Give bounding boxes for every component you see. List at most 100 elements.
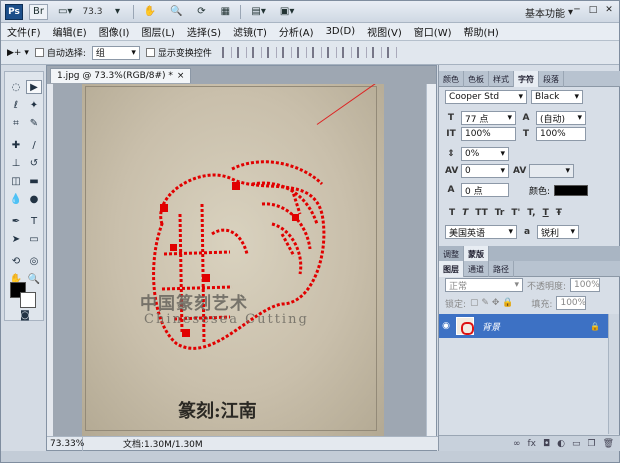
- minimize-icon[interactable]: ─: [571, 4, 583, 16]
- menu-help[interactable]: 帮助(H): [458, 24, 505, 39]
- kerning-field[interactable]: 0 ▾: [461, 164, 509, 178]
- pen-tool-icon[interactable]: ✒: [8, 214, 24, 228]
- document-size-status[interactable]: 文档:1.30M/1.30M: [83, 437, 203, 450]
- add-mask-icon[interactable]: ◘: [543, 439, 550, 449]
- workspace-switcher[interactable]: 基本功能 ▾: [525, 5, 573, 20]
- vertical-scale-field[interactable]: 100%: [461, 127, 516, 141]
- underline-button[interactable]: T: [543, 208, 549, 218]
- tab-styles[interactable]: 样式: [489, 71, 514, 87]
- tab-channels[interactable]: 通道: [464, 261, 489, 277]
- link-layers-icon[interactable]: ∞: [513, 439, 521, 449]
- brush-tool-icon[interactable]: /: [26, 138, 42, 152]
- align-top-icon[interactable]: [221, 47, 232, 58]
- layer-name[interactable]: 背景: [482, 320, 500, 333]
- 3d-orbit-icon[interactable]: ◎: [26, 254, 42, 268]
- grid-icon[interactable]: ▦: [216, 4, 234, 20]
- menu-select[interactable]: 选择(S): [181, 24, 227, 39]
- menu-edit[interactable]: 编辑(E): [47, 24, 93, 39]
- menu-analysis[interactable]: 分析(A): [273, 24, 320, 39]
- subscript-button[interactable]: T,: [527, 208, 535, 218]
- vertical-scrollbar[interactable]: [426, 84, 436, 436]
- tab-layers[interactable]: 图层: [439, 261, 464, 277]
- blend-mode-select[interactable]: 正常 ▾: [445, 278, 523, 292]
- align-left-icon[interactable]: [266, 47, 277, 58]
- history-brush-icon[interactable]: ↺: [26, 156, 42, 170]
- menu-3d[interactable]: 3D(D): [320, 26, 362, 37]
- background-color-swatch[interactable]: [20, 292, 36, 308]
- tab-paragraph[interactable]: 段落: [539, 71, 564, 87]
- align-bottom-icon[interactable]: [251, 47, 262, 58]
- font-family-select[interactable]: Cooper Std ▾: [445, 90, 527, 104]
- tab-color[interactable]: 颜色: [439, 71, 464, 87]
- auto-select-dropdown[interactable]: 组 ▾: [91, 45, 140, 60]
- clone-stamp-icon[interactable]: ⊥: [8, 156, 24, 170]
- 3d-rotate-icon[interactable]: ⟲: [8, 254, 24, 268]
- distribute-left-icon[interactable]: [356, 47, 367, 58]
- distribute-hcenter-icon[interactable]: [371, 47, 382, 58]
- all-caps-button[interactable]: TT: [475, 208, 488, 218]
- distribute-vcenter-icon[interactable]: [326, 47, 337, 58]
- screen-mode-icon[interactable]: ▣▾: [276, 4, 298, 20]
- show-transform-checkbox[interactable]: [145, 48, 155, 57]
- maximize-icon[interactable]: □: [587, 4, 599, 16]
- tab-adjustments[interactable]: 调整: [439, 246, 464, 262]
- menu-layer[interactable]: 图层(L): [135, 24, 180, 39]
- close-icon[interactable]: ×: [177, 71, 185, 81]
- font-style-select[interactable]: Black ▾: [531, 90, 583, 104]
- distribute-top-icon[interactable]: [311, 47, 322, 58]
- move-tool-icon[interactable]: ▶: [26, 80, 42, 94]
- gradient-tool-icon[interactable]: ▬: [26, 174, 42, 188]
- eye-icon[interactable]: ◉: [439, 321, 453, 331]
- zoom-dropdown-icon[interactable]: ▾: [109, 4, 127, 20]
- healing-brush-icon[interactable]: ✚: [8, 138, 24, 152]
- canvas[interactable]: 中国篆刻艺术 Chinesesea Cutting 篆刻:江南: [82, 84, 384, 436]
- leading-field[interactable]: (自动) ▾: [536, 111, 586, 125]
- dodge-tool-icon[interactable]: ●: [26, 192, 42, 206]
- arrange-documents-icon[interactable]: ▤▾: [247, 4, 269, 20]
- rectangular-marquee-icon[interactable]: ◌: [8, 80, 24, 94]
- trash-icon[interactable]: 🗑: [603, 439, 614, 449]
- tab-masks[interactable]: 蒙版: [464, 246, 489, 262]
- layers-scrollbar[interactable]: [608, 314, 619, 434]
- fx-icon[interactable]: fx: [527, 439, 536, 449]
- text-color-swatch[interactable]: [554, 184, 589, 196]
- crop-tool-icon[interactable]: ⌗: [8, 116, 24, 130]
- baseline-shift-field[interactable]: 0 点: [461, 183, 509, 197]
- zoom-status[interactable]: 73.33%: [47, 436, 84, 451]
- quick-mask-icon[interactable]: ◙: [16, 308, 34, 322]
- view-extras-button[interactable]: ▭▾: [54, 4, 76, 20]
- move-tool-preset-icon[interactable]: ▶+ ▾: [7, 48, 29, 58]
- zoom-level[interactable]: 73.3: [82, 7, 102, 17]
- superscript-button[interactable]: T': [511, 208, 520, 218]
- align-hcenter-icon[interactable]: [281, 47, 292, 58]
- blur-tool-icon[interactable]: 💧: [8, 192, 24, 206]
- tracking-field[interactable]: ▾: [529, 164, 574, 178]
- tsume-field[interactable]: 0% ▾: [461, 147, 509, 161]
- small-caps-button[interactable]: Tr: [495, 208, 505, 218]
- zoom-tool-icon[interactable]: 🔍: [166, 4, 186, 20]
- hand-tool-icon[interactable]: ✋: [140, 4, 160, 20]
- path-selection-icon[interactable]: ➤: [8, 232, 24, 246]
- menu-filter[interactable]: 滤镜(T): [227, 24, 273, 39]
- opacity-field[interactable]: 100%: [570, 278, 601, 292]
- menu-view[interactable]: 视图(V): [361, 24, 408, 39]
- tab-swatches[interactable]: 色板: [464, 71, 489, 87]
- type-tool-icon[interactable]: T: [26, 214, 42, 228]
- fill-field[interactable]: 100%: [556, 296, 587, 310]
- magic-wand-icon[interactable]: ✦: [26, 98, 42, 112]
- distribute-bottom-icon[interactable]: [341, 47, 352, 58]
- tab-character[interactable]: 字符: [514, 71, 539, 87]
- menu-window[interactable]: 窗口(W): [408, 24, 458, 39]
- close-icon[interactable]: ✕: [603, 4, 615, 16]
- lasso-tool-icon[interactable]: ℓ: [8, 98, 24, 112]
- rotate-view-icon[interactable]: ⟳: [192, 4, 210, 20]
- eraser-icon[interactable]: ◫: [8, 174, 24, 188]
- language-select[interactable]: 美国英语 ▾: [445, 225, 517, 239]
- zoom-tool-icon[interactable]: 🔍: [26, 272, 42, 286]
- antialias-select[interactable]: 锐利 ▾: [537, 225, 579, 239]
- font-size-field[interactable]: 77 点 ▾: [461, 111, 516, 125]
- menu-image[interactable]: 图像(I): [93, 24, 136, 39]
- tab-paths[interactable]: 路径: [489, 261, 514, 277]
- menu-file[interactable]: 文件(F): [1, 24, 47, 39]
- faux-italic-button[interactable]: T: [462, 208, 468, 218]
